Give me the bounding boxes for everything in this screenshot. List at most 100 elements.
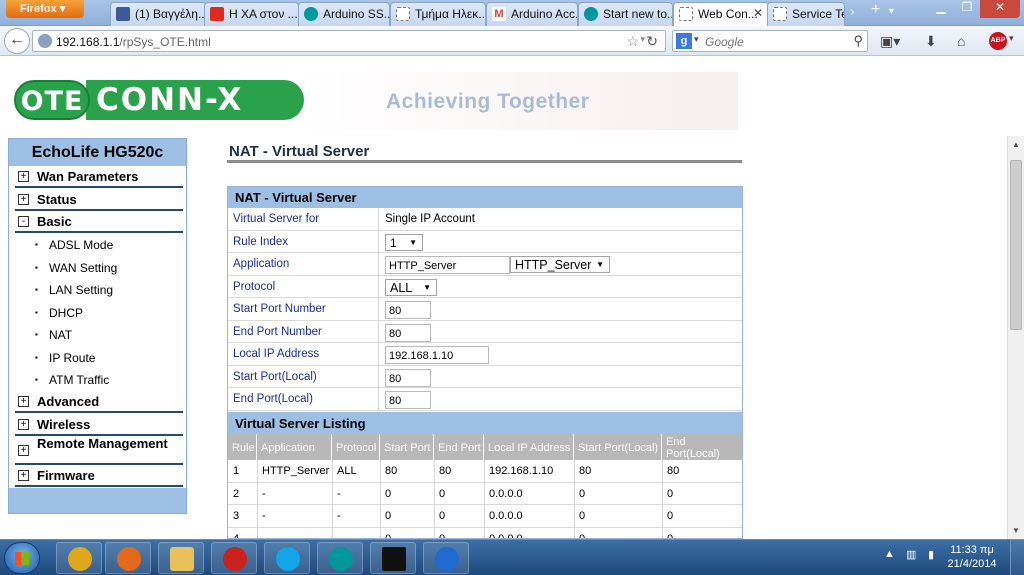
taskbar-arduino[interactable] — [317, 542, 363, 574]
cell-divider — [257, 482, 258, 504]
application-input[interactable]: HTTP_Server — [385, 256, 510, 274]
start-button[interactable] — [4, 542, 40, 574]
submenu-wan-setting[interactable]: WAN Setting — [35, 261, 117, 275]
cell-divider — [332, 527, 333, 538]
downloads-icon[interactable]: ⬇ — [925, 33, 937, 50]
submenu-dhcp[interactable]: DHCP — [35, 306, 83, 320]
restore-icon[interactable]: ❐ — [954, 0, 980, 18]
menu-item-wan-parameters[interactable]: + Wan Parameters — [15, 166, 183, 188]
table-cell: - — [337, 487, 341, 500]
menu-item-basic[interactable]: - Basic — [15, 211, 183, 233]
taskbar-chrome[interactable] — [56, 542, 102, 574]
google-engine-icon[interactable]: g — [676, 33, 692, 49]
tab-5[interactable]: Start new to... — [578, 2, 673, 26]
submenu-nat[interactable]: NAT — [35, 328, 72, 342]
adblock-dropdown-icon[interactable]: ▾ — [1009, 33, 1014, 44]
search-bar[interactable]: g ▾ Google ⚲ — [672, 30, 868, 52]
close-tab-icon[interactable]: ✕ — [753, 6, 763, 20]
submenu-label: NAT — [49, 328, 73, 342]
address-bar[interactable]: 192.168.1.1/rpSys_OTE.html ☆ ▾ ↻ — [32, 30, 666, 52]
start-port-input[interactable]: 80 — [385, 301, 431, 319]
scroll-tabs-right-icon[interactable]: › — [850, 3, 855, 19]
scroll-down-icon[interactable]: ▼ — [1008, 522, 1024, 539]
firefox-menu-button[interactable]: Firefox ▾ — [6, 0, 84, 18]
chevron-down-icon: ▼ — [423, 282, 431, 292]
expand-icon[interactable]: + — [18, 194, 29, 205]
back-button[interactable]: ← — [4, 28, 30, 54]
table-cell: 80 — [439, 465, 452, 477]
expand-icon[interactable]: + — [18, 396, 29, 407]
history-dropdown-icon[interactable]: ▾ — [640, 34, 645, 45]
tab-2[interactable]: Arduino SS... — [298, 2, 390, 26]
tab-7[interactable]: Service Ten — [767, 2, 845, 26]
home-icon[interactable]: ⌂ — [957, 33, 965, 49]
taskbar-command-prompt[interactable] — [370, 542, 416, 574]
clock[interactable]: 11:33 πμ 21/4/2014 — [944, 543, 1000, 571]
menu-item-firmware[interactable]: + Firmware — [15, 465, 183, 487]
menu-item-advanced[interactable]: + Advanced — [15, 391, 183, 413]
collapse-icon[interactable]: - — [18, 216, 29, 227]
end-port-local-input[interactable]: 80 — [385, 391, 431, 409]
show-hidden-icons-icon[interactable]: ▲ — [884, 548, 895, 560]
taskbar-firefox[interactable] — [105, 542, 151, 574]
reload-icon[interactable]: ↻ — [646, 33, 658, 50]
battery-icon[interactable]: ▮ — [928, 548, 934, 561]
chevron-down-icon: ▼ — [409, 237, 417, 247]
local-ip-input[interactable]: 192.168.1.10 — [385, 346, 489, 364]
taskbar-file-explorer[interactable] — [158, 542, 204, 574]
site-identity-icon[interactable] — [38, 34, 52, 48]
network-icon[interactable]: ▥ — [906, 548, 916, 561]
rule-index-select[interactable]: 1 ▼ — [385, 233, 423, 251]
clock-time: 11:33 πμ — [950, 544, 994, 556]
column-divider — [378, 275, 379, 297]
menu-item-status[interactable]: + Status — [15, 189, 183, 211]
arduino-icon — [329, 547, 353, 571]
new-tab-icon[interactable]: + — [871, 1, 880, 19]
submenu-adsl-mode[interactable]: ADSL Mode — [35, 238, 113, 252]
expand-icon[interactable]: + — [18, 470, 29, 481]
tab-1[interactable]: Η ΧΑ στον ... — [204, 2, 299, 26]
list-tabs-icon[interactable]: ▾ — [889, 6, 894, 17]
start-port-local-input[interactable]: 80 — [385, 368, 431, 387]
adblock-icon[interactable]: ABP — [989, 32, 1007, 50]
table-cell: - — [337, 510, 341, 522]
submenu-lan-setting[interactable]: LAN Setting — [35, 283, 113, 297]
submenu-label: WAN Setting — [49, 261, 118, 275]
close-window-icon[interactable]: ✕ — [980, 0, 1020, 18]
tab-4[interactable]: M Arduino Acc... — [486, 2, 578, 26]
tab-6-active[interactable]: Web Con... ✕ — [673, 2, 769, 26]
scrollbar-thumb[interactable] — [1010, 160, 1022, 330]
expand-icon[interactable]: + — [18, 419, 29, 430]
tab-3[interactable]: Τμήμα Ηλεκ... — [390, 2, 486, 26]
engine-dropdown-icon[interactable]: ▾ — [694, 34, 699, 45]
column-divider — [378, 253, 379, 275]
submenu-atm-traffic[interactable]: ATM Traffic — [35, 373, 109, 387]
protocol-select[interactable]: ALL ▼ — [385, 278, 437, 296]
bookmarks-menu-icon[interactable]: ▣▾ — [880, 33, 900, 50]
facebook-icon — [116, 7, 130, 21]
submenu-ip-route[interactable]: IP Route — [35, 351, 95, 365]
menu-item-remote-management[interactable]: + Remote Management — [15, 437, 183, 465]
submenu-label: ATM Traffic — [49, 373, 110, 387]
minimize-icon[interactable]: ▁ — [928, 0, 954, 18]
bookmark-star-icon[interactable]: ☆ — [626, 33, 639, 50]
tab-0[interactable]: (1) Βαγγέλη... — [110, 2, 207, 26]
taskbar-teamviewer[interactable] — [423, 542, 469, 574]
field-label: End Port Number — [233, 325, 322, 338]
row-rule-index: Rule Index 1 ▼ — [228, 230, 742, 253]
scroll-up-icon[interactable]: ▲ — [1008, 136, 1024, 153]
application-select[interactable]: HTTP_Server ▼ — [510, 256, 610, 273]
expand-icon[interactable]: + — [18, 445, 29, 456]
taskbar-ladybug[interactable] — [211, 542, 257, 574]
row-protocol: Protocol ALL ▼ — [228, 275, 742, 298]
vertical-scrollbar[interactable]: ▲ ▼ — [1007, 136, 1024, 539]
end-port-input[interactable]: 80 — [385, 323, 431, 342]
tab-label: Start new to... — [603, 7, 673, 21]
expand-icon[interactable]: + — [18, 171, 29, 182]
tab-label: Arduino Acc... — [511, 7, 578, 21]
table-cell: 80 — [579, 465, 592, 477]
menu-item-wireless[interactable]: + Wireless — [15, 414, 183, 436]
search-icon[interactable]: ⚲ — [853, 33, 863, 49]
show-desktop-button[interactable] — [1010, 539, 1024, 575]
taskbar-skype[interactable] — [264, 542, 310, 574]
